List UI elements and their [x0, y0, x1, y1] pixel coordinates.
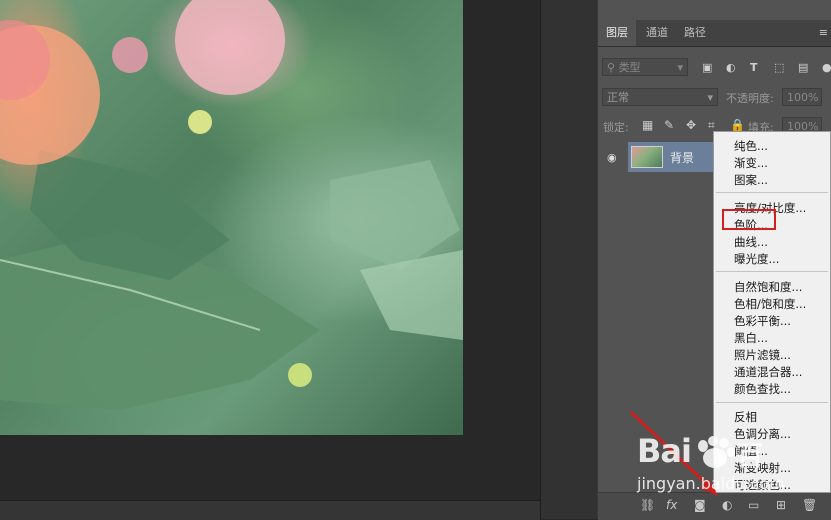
watermark-subtitle: jingyan.baidu.com [637, 474, 785, 493]
watermark-logo: Bai [637, 432, 692, 470]
watermark-logo-suffix: 百 [737, 442, 764, 472]
paw-icon [698, 436, 735, 468]
watermark-logo-text: Bai [637, 432, 692, 470]
